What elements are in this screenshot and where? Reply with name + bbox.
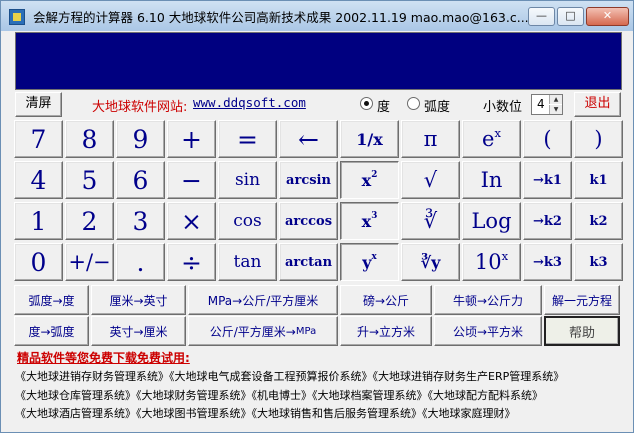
degree-radio[interactable] <box>360 97 373 110</box>
clear-screen-button[interactable]: 清屏 <box>15 92 62 117</box>
key-cube[interactable]: x3 <box>340 202 399 240</box>
key-cube-power: 3 <box>371 211 378 222</box>
key-arccos[interactable]: arccos <box>279 202 338 240</box>
key-cube-root[interactable]: ∛ <box>401 202 460 240</box>
solve-equation-button[interactable]: 解一元方程 <box>544 285 620 315</box>
app-icon <box>9 9 25 25</box>
key-sign[interactable]: +/− <box>65 243 114 281</box>
website-label: 大地球软件网站: <box>92 100 188 115</box>
liter-to-m3-button[interactable]: 升→立方米 <box>340 316 432 346</box>
key-pow10[interactable]: 10 x <box>462 243 521 281</box>
key-square[interactable]: x2 <box>340 161 399 199</box>
deg-to-rad-button[interactable]: 度→弧度 <box>14 316 89 346</box>
key-recall-k3[interactable]: k3 <box>574 243 623 281</box>
decimal-places-spinbox[interactable]: 4 ▲ ▼ <box>531 94 563 115</box>
key-log[interactable]: Log <box>462 202 521 240</box>
product-list-line: 《大地球酒店管理系统》《大地球图书管理系统》《大地球销售和售后服务管理系统》《大… <box>15 407 516 420</box>
key-9[interactable]: 9 <box>116 120 165 158</box>
lb-to-kg-button[interactable]: 磅→公斤 <box>340 285 432 315</box>
cm-to-inch-button[interactable]: 厘米→英寸 <box>91 285 186 315</box>
key-1[interactable]: 1 <box>14 202 63 240</box>
title-bar[interactable]: 会解方程的计算器 6.10 大地球软件公司高新技术成果 2002.11.19 m… <box>1 1 633 31</box>
product-list-line: 《大地球进销存财务管理系统》《大地球电气成套设备工程预算报价系统》《大地球进销存… <box>15 370 565 383</box>
key-store-k1[interactable]: →k1 <box>523 161 572 199</box>
key-cos[interactable]: cos <box>218 202 277 240</box>
key-minus[interactable]: − <box>167 161 216 199</box>
key-7[interactable]: 7 <box>14 120 63 158</box>
website-link[interactable]: www.ddqsoft.com <box>193 95 306 110</box>
newton-to-kgf-button[interactable]: 牛顿→公斤力 <box>434 285 542 315</box>
key-close-paren[interactable]: ) <box>574 120 623 158</box>
key-decimal-point[interactable]: . <box>116 243 165 281</box>
key-cube-base: x <box>361 211 372 231</box>
key-6[interactable]: 6 <box>116 161 165 199</box>
key-pi[interactable]: π <box>401 120 460 158</box>
hectare-to-m2-button[interactable]: 公顷→平方米 <box>434 316 542 346</box>
key-pow10-power: x <box>501 248 509 263</box>
key-equals[interactable]: = <box>218 120 277 158</box>
key-tan[interactable]: tan <box>218 243 277 281</box>
key-pow10-base: 10 <box>474 250 502 274</box>
key-open-paren[interactable]: ( <box>523 120 572 158</box>
key-sin[interactable]: sin <box>218 161 277 199</box>
decimal-places-label: 小数位 <box>483 100 523 115</box>
spin-down-button[interactable]: ▼ <box>549 105 562 114</box>
inch-to-cm-button[interactable]: 英寸→厘米 <box>91 316 186 346</box>
key-power[interactable]: yx <box>340 243 399 281</box>
toolbar: 清屏 大地球软件网站: www.ddqsoft.com 度 弧度 小数位 4 ▲… <box>1 90 633 119</box>
key-5[interactable]: 5 <box>65 161 114 199</box>
key-power-exponent: x <box>371 252 377 263</box>
spin-up-button[interactable]: ▲ <box>549 95 562 104</box>
rad-to-deg-button[interactable]: 弧度→度 <box>14 285 89 315</box>
key-reciprocal[interactable]: 1/x <box>340 120 399 158</box>
key-recall-k1[interactable]: k1 <box>574 161 623 199</box>
product-list-line: 《大地球仓库管理系统》《大地球财务管理系统》《机电博士》《大地球档案管理系统》《… <box>15 389 543 402</box>
window-title: 会解方程的计算器 6.10 大地球软件公司高新技术成果 2002.11.19 m… <box>33 10 529 25</box>
key-multiply[interactable]: × <box>167 202 216 240</box>
result-display <box>15 32 622 90</box>
key-store-k3[interactable]: →k3 <box>523 243 572 281</box>
close-button[interactable]: ✕ <box>586 7 629 26</box>
recommend-title: 精品软件等您免费下载免费试用: <box>17 351 190 365</box>
key-recall-k2[interactable]: k2 <box>574 202 623 240</box>
key-4[interactable]: 4 <box>14 161 63 199</box>
kgcm2-to-mpa-button[interactable]: 公斤/平方厘米→ MPa <box>188 316 338 346</box>
mpa-to-kgcm2-button[interactable]: MPa→公斤/平方厘米 <box>188 285 338 315</box>
key-sqrt[interactable]: √ <box>401 161 460 199</box>
key-arcsin[interactable]: arcsin <box>279 161 338 199</box>
key-exp-base: e <box>482 127 495 151</box>
key-ln[interactable]: In <box>462 161 521 199</box>
key-square-power: 2 <box>371 170 378 181</box>
kgcm2-to-mpa-label: 公斤/平方厘米→ <box>209 324 296 339</box>
decimal-places-value: 4 <box>537 97 545 111</box>
key-store-k2[interactable]: →k2 <box>523 202 572 240</box>
key-exp[interactable]: ex <box>462 120 521 158</box>
maximize-button[interactable]: □ <box>557 7 584 26</box>
minimize-button[interactable]: — <box>528 7 555 26</box>
key-divide[interactable]: ÷ <box>167 243 216 281</box>
key-power-base: y <box>362 252 372 272</box>
key-2[interactable]: 2 <box>65 202 114 240</box>
keypad: 7 8 9 + = ← 1/x π ex ( ) 4 5 6 − sin arc… <box>12 120 625 282</box>
key-0[interactable]: 0 <box>14 243 63 281</box>
key-3[interactable]: 3 <box>116 202 165 240</box>
kgcm2-to-mpa-unit: MPa <box>295 325 317 337</box>
key-exp-power: x <box>494 125 501 140</box>
key-nth-root[interactable]: ∛y <box>401 243 460 281</box>
key-square-base: x <box>361 170 372 190</box>
calculator-window: 会解方程的计算器 6.10 大地球软件公司高新技术成果 2002.11.19 m… <box>0 0 634 433</box>
key-plus[interactable]: + <box>167 120 216 158</box>
conversion-panel: 弧度→度 厘米→英寸 MPa→公斤/平方厘米 磅→公斤 牛顿→公斤力 解一元方程… <box>14 285 623 346</box>
degree-label: 度 <box>377 100 391 115</box>
radian-radio[interactable] <box>407 97 420 110</box>
key-8[interactable]: 8 <box>65 120 114 158</box>
exit-button[interactable]: 退出 <box>574 92 621 117</box>
help-button[interactable]: 帮助 <box>544 316 620 346</box>
key-arctan[interactable]: arctan <box>279 243 338 281</box>
radian-label: 弧度 <box>424 100 451 115</box>
key-backspace[interactable]: ← <box>279 120 338 158</box>
